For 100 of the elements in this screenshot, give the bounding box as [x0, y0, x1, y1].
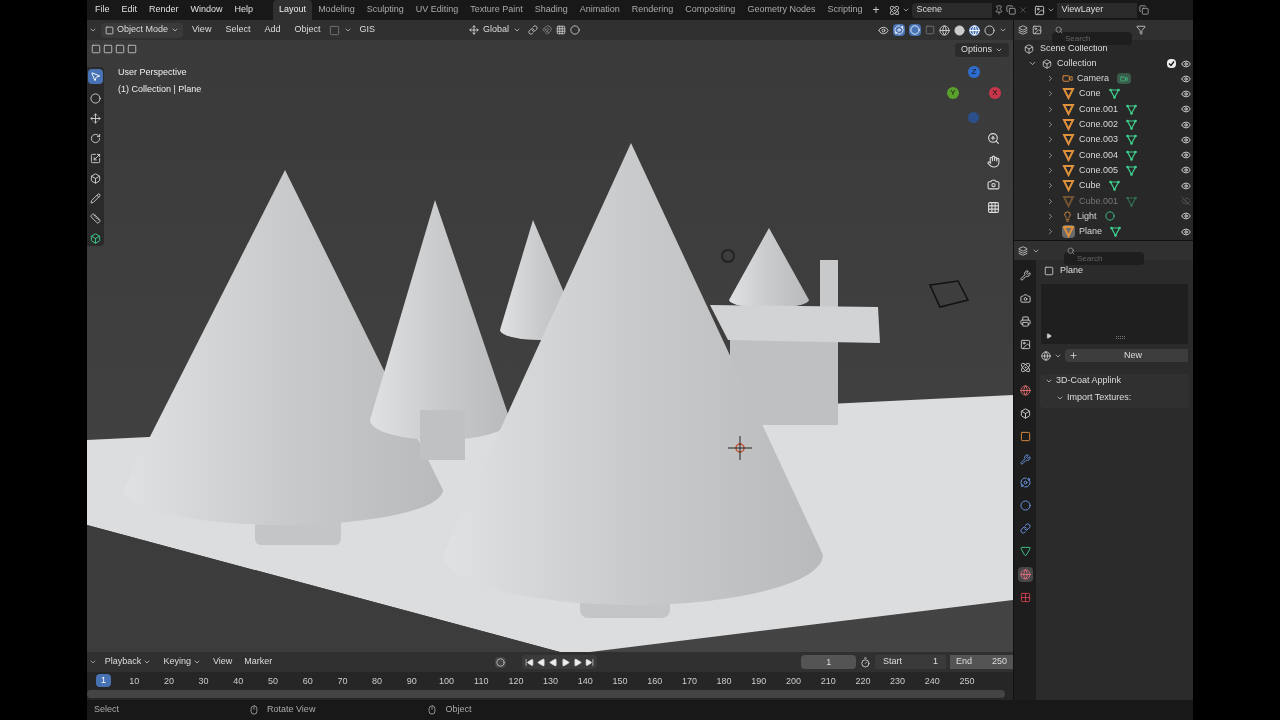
square-icon[interactable] — [1019, 431, 1031, 442]
image-icon[interactable] — [1019, 339, 1031, 350]
eye-icon[interactable] — [1181, 150, 1191, 161]
playhead-marker[interactable]: 1 — [96, 674, 111, 687]
checker-icon[interactable] — [1019, 592, 1031, 603]
outliner-item[interactable]: Cube — [1079, 181, 1101, 191]
editor-type-icon[interactable] — [1018, 25, 1028, 35]
timeline-menu[interactable]: Marker — [244, 655, 273, 669]
workspace-tab[interactable]: Sculpting — [360, 0, 410, 20]
workspace-tab[interactable]: Scripting — [821, 0, 869, 20]
move-tool-icon[interactable] — [90, 113, 101, 124]
header-menu[interactable]: Select — [220, 23, 256, 37]
proportional-icon[interactable] — [569, 25, 580, 35]
circle-icon[interactable] — [1019, 500, 1031, 511]
current-frame-field[interactable]: 1 — [801, 655, 857, 669]
workspace-tab[interactable]: UV Editing — [409, 0, 465, 20]
transform-tool-icon[interactable] — [90, 173, 101, 184]
outliner-item[interactable]: Plane — [1079, 227, 1103, 237]
triangle-icon[interactable] — [1019, 546, 1031, 557]
workspace-tab[interactable]: Layout — [273, 0, 313, 20]
workspace-tab[interactable]: Texture Paint — [464, 0, 529, 20]
header-menu[interactable]: Add — [259, 23, 286, 37]
image-icon[interactable] — [1034, 4, 1046, 16]
orientation-dropdown[interactable]: Global — [465, 23, 524, 37]
rotate-tool-icon[interactable] — [90, 133, 101, 144]
link-icon[interactable] — [1019, 523, 1031, 534]
wireframe-shading-icon[interactable] — [939, 24, 950, 36]
eye-icon[interactable] — [1181, 119, 1191, 130]
outliner-item[interactable]: Light — [1077, 211, 1097, 221]
overlay-toggle-icon[interactable] — [909, 24, 921, 36]
search-field[interactable]: Search — [1064, 252, 1144, 265]
workspace-tab[interactable]: Shading — [528, 0, 574, 20]
camera-view-icon[interactable] — [987, 178, 1000, 191]
add-cube-tool-icon[interactable] — [90, 233, 101, 244]
menu-item[interactable]: Window — [190, 3, 223, 17]
expand-arrow-icon[interactable] — [1046, 333, 1052, 339]
workspace-tab[interactable]: Rendering — [625, 0, 680, 20]
panel-header[interactable]: 3D-Coat Applink — [1040, 374, 1189, 388]
gizmo-toggle-icon[interactable] — [893, 24, 905, 36]
eye-icon[interactable] — [1181, 180, 1191, 191]
scale-tool-icon[interactable] — [90, 153, 101, 164]
previous-keyframe-icon[interactable] — [537, 657, 547, 667]
material-shading-icon[interactable] — [969, 24, 980, 36]
outliner-item[interactable]: Cone.003 — [1079, 135, 1119, 145]
next-keyframe-icon[interactable] — [573, 657, 583, 667]
zoom-icon[interactable] — [987, 132, 1000, 145]
menu-item[interactable]: Render — [149, 3, 179, 17]
search-field[interactable]: Search — [1052, 31, 1132, 45]
resize-grip-icon[interactable] — [1116, 336, 1125, 339]
magnet-icon[interactable] — [541, 25, 552, 35]
header-menu[interactable]: Object — [289, 23, 326, 37]
copy-icon[interactable] — [1006, 5, 1017, 15]
outliner-item[interactable]: Cone — [1079, 89, 1101, 99]
eye-icon[interactable] — [1181, 226, 1191, 237]
display-mode-icon[interactable] — [1032, 25, 1042, 35]
options-button[interactable]: Options — [954, 43, 1009, 57]
end-frame-field[interactable]: End 250 — [949, 655, 1013, 669]
workspace-tab[interactable]: Animation — [573, 0, 626, 20]
header-menu[interactable]: GIS — [356, 23, 378, 37]
annotate-tool-icon[interactable] — [90, 193, 101, 204]
eye-icon[interactable] — [1181, 165, 1191, 176]
object-type-icon[interactable] — [329, 24, 341, 36]
eye-icon[interactable] — [1181, 88, 1191, 99]
globe-icon[interactable] — [1019, 385, 1031, 396]
link-icon[interactable] — [527, 25, 538, 35]
timeline-menu[interactable]: Keying — [163, 655, 191, 669]
menu-item[interactable]: File — [95, 3, 110, 17]
workspace-tab[interactable]: Compositing — [679, 0, 742, 20]
viewport[interactable]: User Perspective (1) Collection | Plane Options Z Y X — [87, 40, 1013, 652]
outliner-item[interactable]: Collection — [1057, 56, 1097, 71]
pan-hand-icon[interactable] — [987, 155, 1000, 168]
timeline-scrollbar[interactable] — [87, 690, 1005, 698]
scene-icon[interactable] — [1019, 362, 1031, 373]
scene-field[interactable]: Scene — [912, 2, 993, 18]
workspace-tab[interactable]: Geometry Nodes — [741, 0, 822, 20]
eye-icon[interactable] — [1181, 58, 1191, 69]
printer-icon[interactable] — [1019, 316, 1031, 327]
tool-icon[interactable] — [1019, 270, 1031, 281]
particles-icon[interactable] — [1019, 477, 1031, 488]
pin-icon[interactable] — [994, 5, 1005, 15]
eye-icon[interactable] — [1181, 134, 1191, 145]
camera-icon[interactable] — [1019, 293, 1031, 304]
menu-item[interactable]: Edit — [121, 3, 138, 17]
outliner-item[interactable]: Cone.001 — [1079, 104, 1119, 114]
start-frame-field[interactable]: Start 1 — [875, 655, 946, 669]
select-tool-icon[interactable] — [88, 69, 103, 84]
snap-icon[interactable] — [555, 25, 566, 35]
stopwatch-icon[interactable] — [860, 656, 872, 668]
outliner-item[interactable]: Cone.005 — [1079, 165, 1119, 175]
timeline-menu[interactable]: Playback — [104, 655, 142, 669]
add-workspace-button[interactable]: + — [868, 1, 884, 19]
mode-dropdown[interactable]: Object Mode — [101, 22, 184, 38]
eye-icon[interactable] — [1181, 73, 1191, 84]
outliner-item[interactable]: Cone.002 — [1079, 120, 1119, 130]
rendered-shading-icon[interactable] — [984, 24, 995, 36]
workspace-tab[interactable]: Modeling — [312, 0, 361, 20]
play-reverse-icon[interactable] — [549, 657, 559, 667]
subpanel-title[interactable]: Import Textures: — [1067, 391, 1132, 405]
navigation-gizmo[interactable]: Z Y X — [945, 66, 1001, 124]
cursor-tool-icon[interactable] — [90, 93, 101, 104]
